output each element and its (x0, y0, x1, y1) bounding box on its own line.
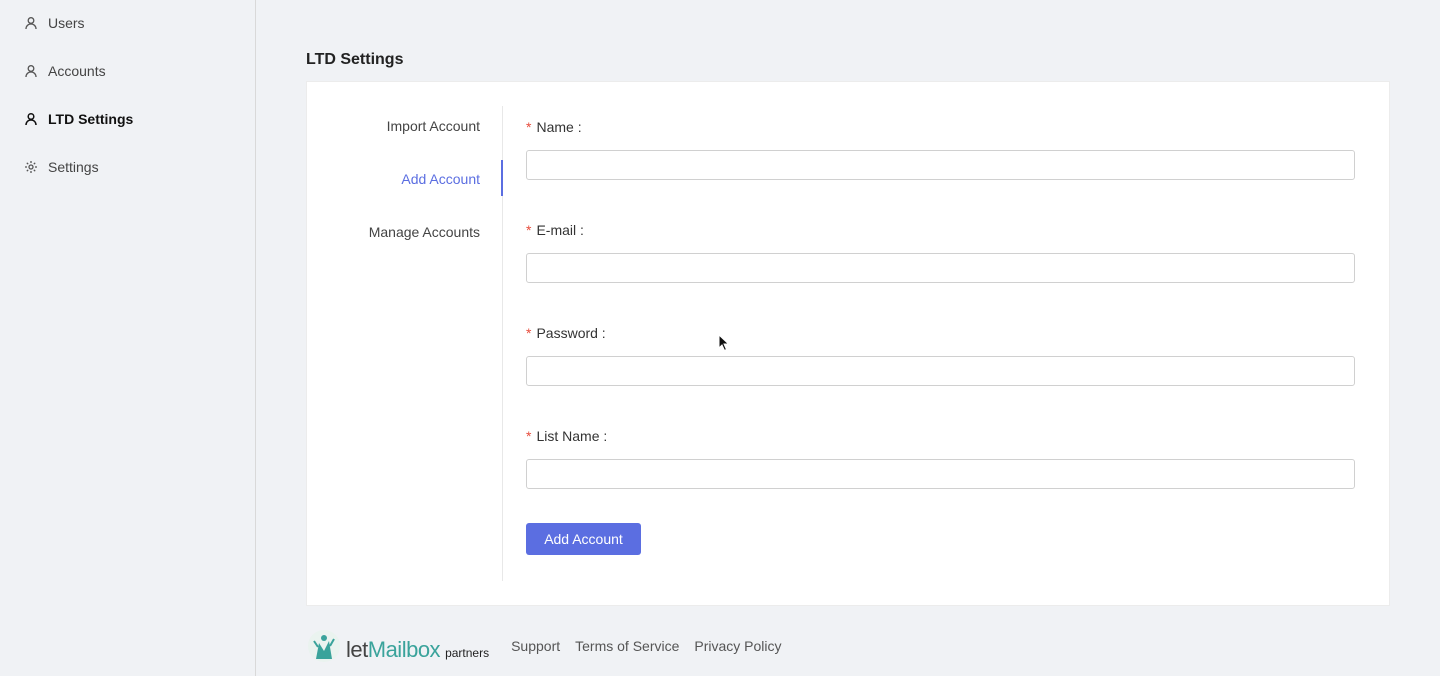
required-mark: * (526, 119, 532, 135)
footer: let Mailbox partners Support Terms of Serv… (306, 628, 797, 664)
tab-import-account[interactable]: Import Account (387, 118, 480, 134)
sidebar-item-settings[interactable]: Settings (24, 157, 99, 177)
password-label: * Password : (526, 325, 606, 341)
vertical-tabs: Import Account Add Account Manage Accoun… (307, 106, 503, 581)
logo-text-mailbox: Mailbox (367, 637, 441, 662)
terms-of-service-link[interactable]: Terms of Service (575, 638, 679, 654)
settings-card: Import Account Add Account Manage Accoun… (306, 81, 1390, 606)
name-label: * Name : (526, 119, 582, 135)
sidebar-item-users[interactable]: Users (24, 13, 85, 33)
logo-text-partners: partners (445, 646, 490, 660)
sidebar-item-label: Users (48, 15, 85, 31)
add-account-button[interactable]: Add Account (526, 523, 641, 555)
tab-add-account[interactable]: Add Account (401, 171, 480, 187)
user-icon (24, 64, 38, 78)
tab-manage-accounts[interactable]: Manage Accounts (369, 224, 480, 240)
gear-icon (24, 160, 38, 174)
email-field[interactable] (526, 253, 1355, 283)
sidebar-item-label: LTD Settings (48, 111, 134, 127)
logo-text-let: let (346, 637, 368, 662)
user-icon (24, 112, 38, 126)
support-link[interactable]: Support (511, 638, 560, 654)
user-icon (24, 16, 38, 30)
name-field[interactable] (526, 150, 1355, 180)
password-field[interactable] (526, 356, 1355, 386)
sidebar-item-label: Settings (48, 159, 99, 175)
mouse-pointer-icon (718, 333, 730, 357)
required-mark: * (526, 325, 532, 341)
sidebar: Users Accounts LTD Settings Settings (0, 0, 256, 676)
sidebar-item-ltd-settings[interactable]: LTD Settings (24, 109, 133, 129)
sidebar-item-accounts[interactable]: Accounts (24, 61, 106, 81)
list-name-label: * List Name : (526, 428, 608, 444)
email-label: * E-mail : (526, 222, 584, 238)
list-name-field[interactable] (526, 459, 1355, 489)
letmailbox-logo[interactable]: let Mailbox partners (306, 629, 489, 663)
page-title: LTD Settings (306, 51, 404, 68)
privacy-policy-link[interactable]: Privacy Policy (694, 638, 781, 654)
required-mark: * (526, 222, 532, 238)
active-tab-indicator (501, 160, 503, 196)
logo-mascot-icon (306, 629, 342, 663)
required-mark: * (526, 428, 532, 444)
sidebar-item-label: Accounts (48, 63, 106, 79)
